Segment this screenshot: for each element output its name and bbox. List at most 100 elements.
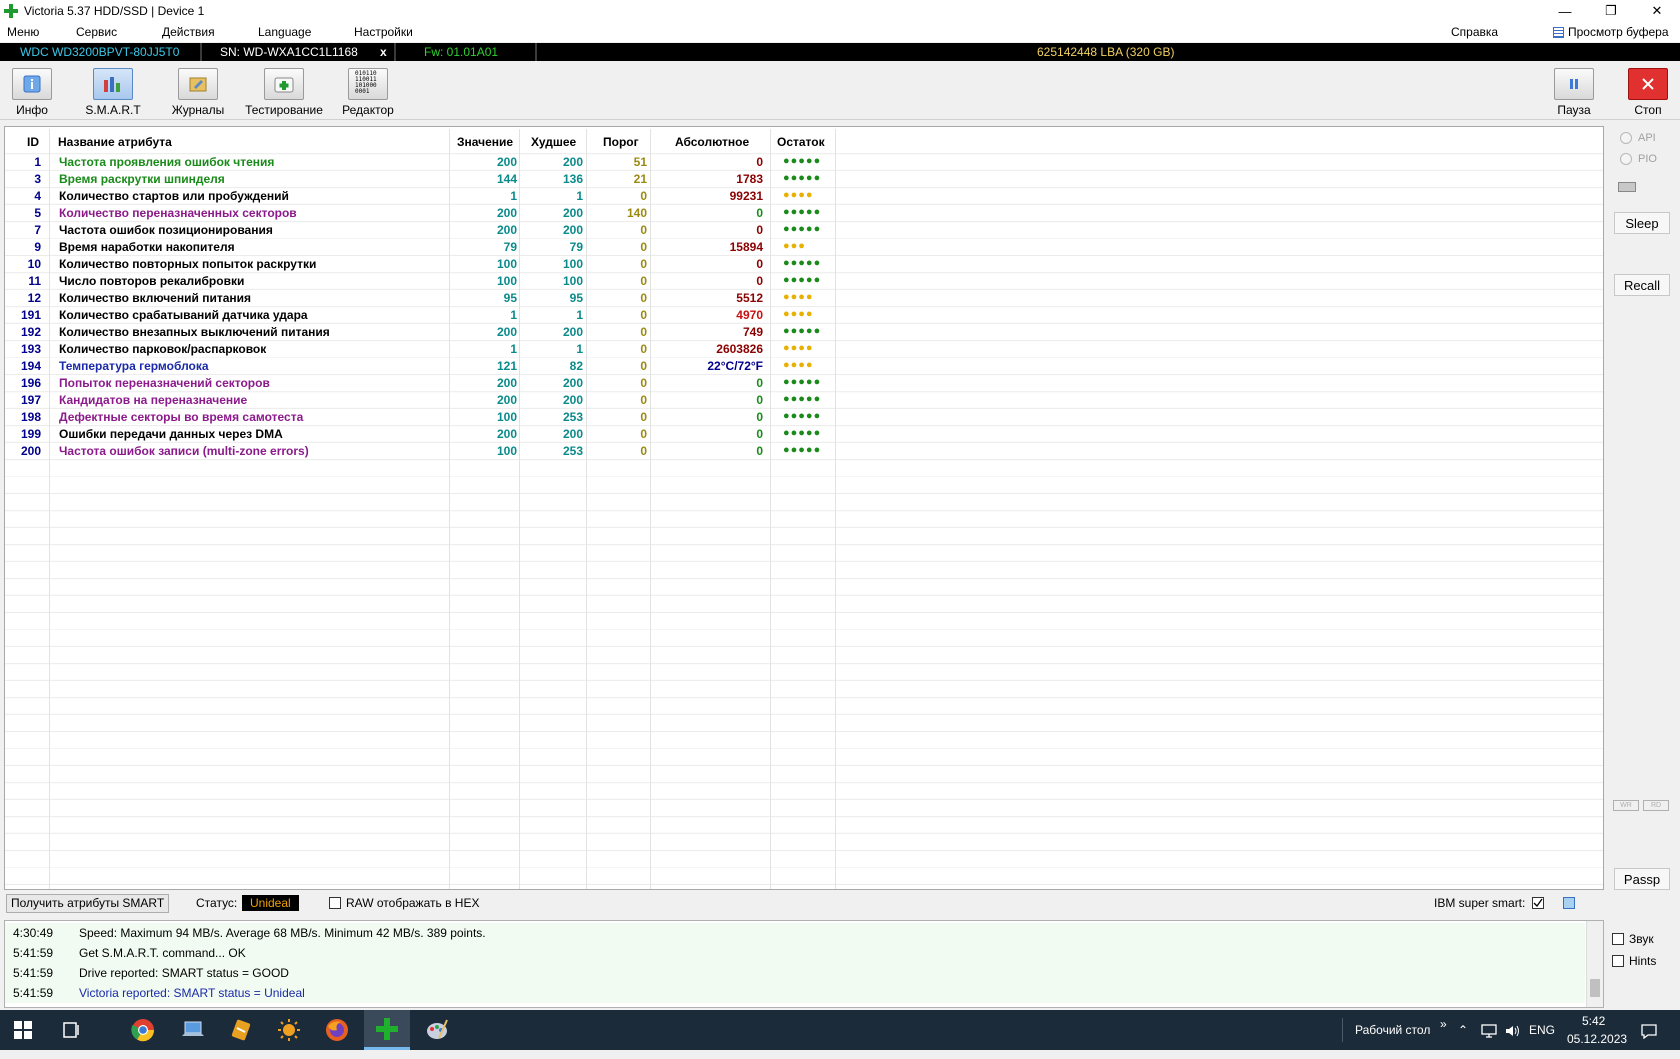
scrollbar-thumb[interactable] — [1590, 979, 1600, 997]
api-radio[interactable]: API — [1620, 132, 1656, 144]
col-header-worst[interactable]: Худшее — [531, 135, 576, 149]
attr-remaining: ●●●●● — [783, 444, 822, 456]
toolbar: Инфо S.M.A.R.T Журналы Тестирование 0101… — [0, 62, 1680, 120]
desktop-toolbar[interactable]: Рабочий стол — [1355, 1010, 1430, 1050]
volume-icon[interactable] — [1504, 1010, 1522, 1050]
journals-button[interactable]: Журналы — [170, 68, 226, 117]
minimize-button[interactable]: — — [1542, 0, 1588, 22]
attr-name: Количество внезапных выключений питания — [59, 325, 330, 339]
tray-expand-icon[interactable]: ⌃ — [1458, 1010, 1468, 1050]
victoria-taskbar[interactable] — [364, 1010, 410, 1050]
col-header-threshold[interactable]: Порог — [603, 135, 639, 149]
sleep-button[interactable]: Sleep — [1614, 212, 1670, 234]
menu-actions[interactable]: Действия — [162, 25, 215, 39]
info-button[interactable]: Инфо — [10, 68, 54, 117]
pause-button[interactable]: Пауза — [1552, 68, 1596, 117]
smart-attribute-row[interactable]: 11 Число повторов рекалибровки 100 100 0 0 ●●●… — [5, 273, 835, 290]
raw-hex-checkbox[interactable] — [329, 895, 341, 909]
smart-attribute-row[interactable]: 5 Количество переназначенных секторов 200 2… — [5, 205, 835, 222]
attr-remaining: ●●●●● — [783, 257, 822, 269]
menu-main[interactable]: Меню — [7, 25, 39, 39]
start-button[interactable] — [0, 1010, 46, 1050]
network-icon[interactable] — [1480, 1010, 1498, 1050]
sun-app-taskbar[interactable] — [266, 1010, 312, 1050]
attr-absolute: 0 — [756, 223, 763, 237]
sound-checkbox[interactable]: Звук — [1612, 928, 1656, 950]
firefox-taskbar[interactable] — [314, 1010, 360, 1050]
smart-attribute-row[interactable]: 197 Кандидатов на переназначение 200 200 0 0 ●… — [5, 392, 835, 409]
smart-attribute-row[interactable]: 10 Количество повторных попыток раскрутки… — [5, 256, 835, 273]
attr-id: 198 — [20, 410, 41, 424]
smart-attribute-row[interactable]: 191 Количество срабатываний датчика удара… — [5, 307, 835, 324]
close-button[interactable]: ✕ — [1634, 0, 1680, 22]
ibm-smart-checkbox[interactable] — [1532, 895, 1544, 909]
col-header-value[interactable]: Значение — [457, 135, 513, 149]
hints-label: Hints — [1629, 954, 1657, 968]
smart-attribute-row[interactable]: 199 Ошибки передачи данных через DMA 200 20… — [5, 426, 835, 443]
smart-attribute-row[interactable]: 196 Попыток переназначений секторов 200 200… — [5, 375, 835, 392]
smart-attribute-row[interactable]: 200 Частота ошибок записи (multi-zone err… — [5, 443, 835, 460]
attr-value: 1 — [510, 308, 517, 322]
buffer-view-button[interactable]: Просмотр буфера — [1553, 25, 1669, 39]
notifications-icon[interactable] — [1640, 1010, 1658, 1050]
attr-absolute: 0 — [756, 427, 763, 441]
smart-button[interactable]: S.M.A.R.T — [84, 68, 142, 117]
log-time: 5:41:59 — [13, 966, 54, 980]
checked-icon — [1532, 896, 1544, 909]
recall-button[interactable]: Recall — [1614, 274, 1670, 296]
col-header-absolute[interactable]: Абсолютное — [675, 135, 749, 149]
menu-service[interactable]: Сервис — [76, 25, 117, 39]
attr-worst: 253 — [562, 410, 583, 424]
col-header-name[interactable]: Название атрибута — [58, 135, 172, 149]
log-scrollbar[interactable] — [1586, 921, 1603, 1007]
attr-remaining: ●●●●● — [783, 410, 822, 422]
smart-attribute-row[interactable]: 7 Частота ошибок позиционирования 200 200 0 0… — [5, 222, 835, 239]
attr-absolute: 0 — [756, 257, 763, 271]
maximize-button[interactable]: ❐ — [1588, 0, 1634, 22]
tools-app-taskbar[interactable] — [218, 1010, 264, 1050]
smart-attribute-row[interactable]: 192 Количество внезапных выключений питан… — [5, 324, 835, 341]
radio-icon — [1620, 132, 1632, 144]
clock-date[interactable]: 05.12.2023 — [1567, 1019, 1627, 1059]
editor-label: Редактор — [342, 103, 394, 117]
pio-label: PIO — [1638, 153, 1657, 165]
smart-attribute-row[interactable]: 9 Время наработки накопителя 79 79 0 15894 ●●● — [5, 239, 835, 256]
drive-model[interactable]: WDC WD3200BPVT-80JJ5T0 — [20, 43, 179, 61]
menu-help[interactable]: Справка — [1451, 25, 1498, 39]
attr-threshold: 0 — [640, 359, 647, 373]
smart-attribute-row[interactable]: 4 Количество стартов или пробуждений 1 1 0 99… — [5, 188, 835, 205]
pio-radio[interactable]: PIO — [1620, 153, 1657, 165]
col-header-remaining[interactable]: Остаток — [777, 135, 825, 149]
editor-button[interactable]: 010110 110011 101000 0001 Редактор — [340, 68, 396, 117]
attr-threshold: 51 — [633, 155, 647, 169]
hints-checkbox[interactable]: Hints — [1612, 950, 1656, 972]
smart-attribute-row[interactable]: 12 Количество включений питания 95 95 0 5512 ●… — [5, 290, 835, 307]
smart-attribute-row[interactable]: 3 Время раскрутки шпинделя 144 136 21 1783 ●●●… — [5, 171, 835, 188]
drive-firmware: Fw: 01.01A01 — [424, 45, 499, 59]
laptop-app-taskbar[interactable] — [170, 1010, 216, 1050]
attr-worst: 1 — [576, 189, 583, 203]
stop-button[interactable]: Стоп — [1626, 68, 1670, 117]
ibm-smart-label: IBM super smart: — [1434, 896, 1526, 910]
task-view-button[interactable] — [48, 1010, 94, 1050]
passp-button[interactable]: Passp — [1614, 868, 1670, 890]
drive-indicator — [1618, 182, 1636, 192]
drive-close-x[interactable]: x — [380, 43, 387, 61]
rd-indicator: RD — [1643, 800, 1669, 811]
smart-attribute-row[interactable]: 1 Частота проявления ошибок чтения 200 200 5… — [5, 154, 835, 171]
paint-palette-icon — [427, 1019, 448, 1039]
attr-name: Количество включений питания — [59, 291, 251, 305]
smart-attribute-row[interactable]: 193 Количество парковок/распарковок 1 1 0 260… — [5, 341, 835, 358]
col-header-id[interactable]: ID — [27, 135, 39, 149]
chrome-taskbar[interactable] — [120, 1010, 166, 1050]
smart-attribute-row[interactable]: 194 Температура гермоблока 121 82 0 22°C/72°F… — [5, 358, 835, 375]
smart-attribute-row[interactable]: 198 Дефектные секторы во время самотеста 1… — [5, 409, 835, 426]
menu-settings[interactable]: Настройки — [354, 25, 413, 39]
paint-app-taskbar[interactable] — [414, 1010, 460, 1050]
desktop-chevron-icon[interactable]: » — [1440, 1004, 1447, 1044]
testing-button[interactable]: Тестирование — [244, 68, 324, 117]
language-indicator[interactable]: ENG — [1529, 1010, 1555, 1050]
get-smart-button[interactable]: Получить атрибуты SMART — [6, 894, 170, 913]
attr-value: 95 — [503, 291, 517, 305]
menu-language[interactable]: Language — [258, 25, 311, 39]
